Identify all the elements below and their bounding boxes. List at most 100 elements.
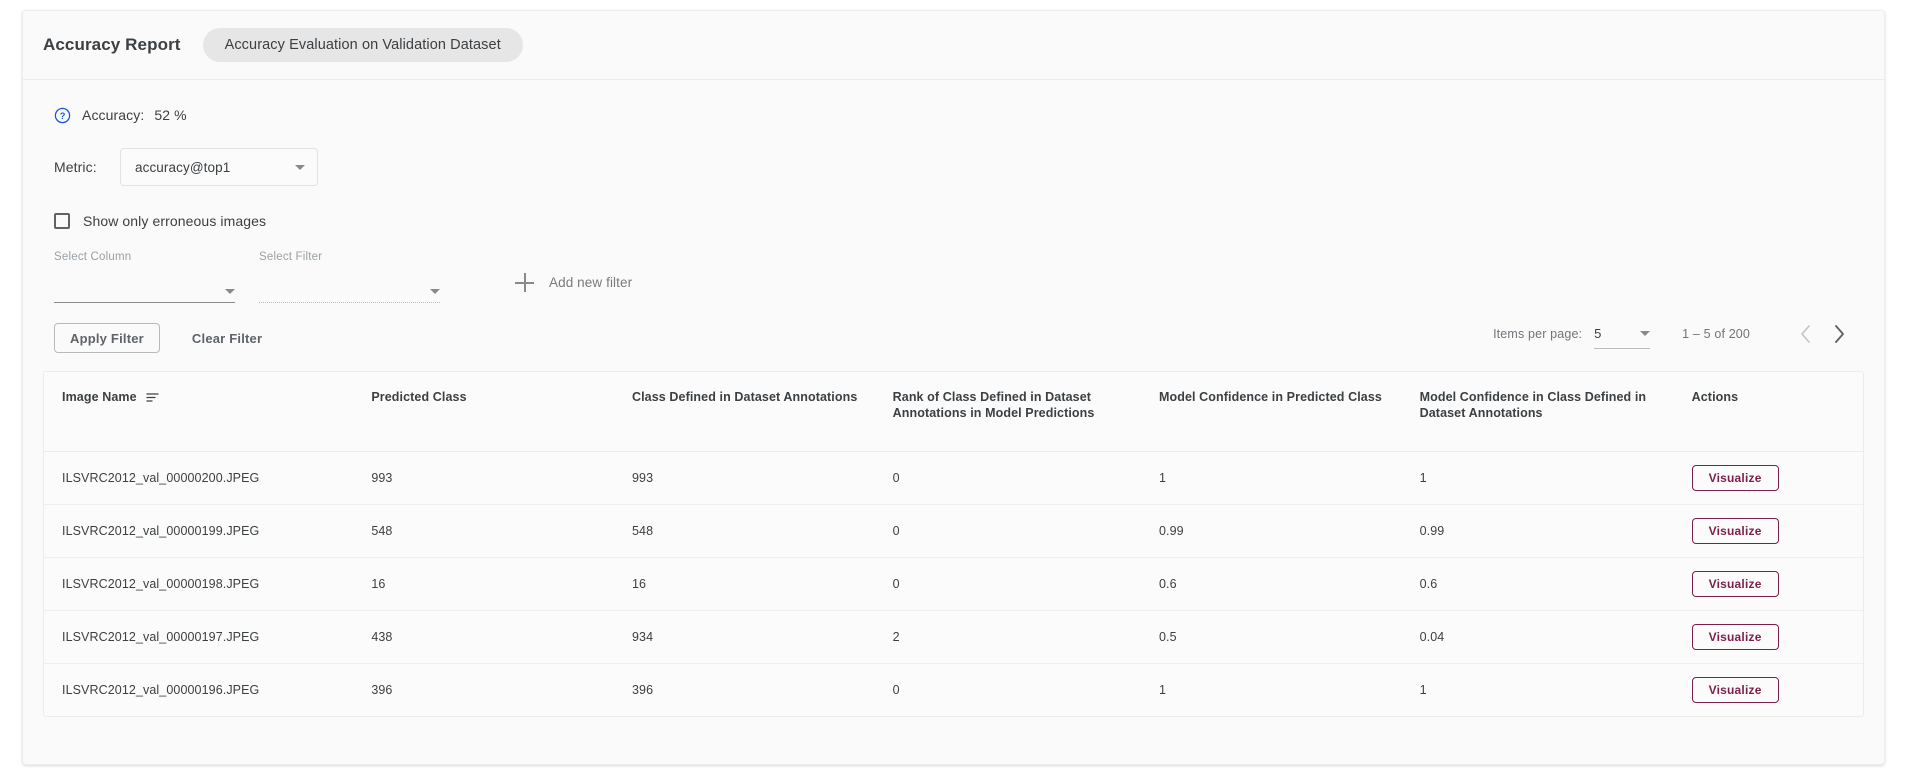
- cell-actions: Visualize: [1681, 504, 1863, 559]
- column-header-label: Image Name: [62, 390, 137, 404]
- cell-confidence-predicted: 1: [1148, 451, 1410, 506]
- show-erroneous-checkbox[interactable]: [54, 213, 70, 229]
- cell-image-name: ILSVRC2012_val_00000199.JPEG: [44, 504, 362, 559]
- cell-predicted-class: 16: [361, 557, 622, 612]
- cell-rank: 0: [892, 683, 900, 698]
- metric-row: Metric: accuracy@top1: [54, 147, 1864, 187]
- table-row[interactable]: ILSVRC2012_val_00000200.JPEG 993 993 0 1…: [44, 451, 1863, 506]
- column-header-label: Class Defined in Dataset Annotations: [631, 390, 858, 404]
- clear-filter-button[interactable]: Clear Filter: [184, 331, 270, 346]
- cell-dataset-class: 16: [621, 557, 883, 612]
- cell-confidence-dataset: 1: [1419, 683, 1427, 698]
- items-per-page-label: Items per page:: [1493, 327, 1583, 341]
- visualize-button[interactable]: Visualize: [1691, 465, 1779, 492]
- visualize-button[interactable]: Visualize: [1691, 571, 1779, 598]
- column-header-rank[interactable]: Rank of Class Defined in Dataset Annotat…: [882, 372, 1149, 453]
- accuracy-label: Accuracy:: [82, 107, 145, 123]
- cell-dataset-class: 993: [621, 451, 883, 506]
- select-column-control[interactable]: [54, 277, 235, 303]
- column-header-image-name[interactable]: Image Name: [44, 372, 362, 453]
- column-header-predicted-class[interactable]: Predicted Class: [361, 372, 622, 453]
- results-table-wrapper: Image Name Predicted Class Class Defined…: [43, 371, 1864, 718]
- cell-dataset-class: 548: [621, 504, 883, 559]
- chevron-down-icon: [1640, 331, 1651, 336]
- show-erroneous-row[interactable]: Show only erroneous images: [54, 213, 1864, 229]
- cell-confidence-predicted: 0.6: [1148, 557, 1410, 612]
- visualize-button[interactable]: Visualize: [1691, 624, 1779, 651]
- cell-predicted-class: 993: [361, 451, 622, 506]
- column-header-label: Rank of Class Defined in Dataset Annotat…: [892, 390, 1095, 420]
- table-row[interactable]: ILSVRC2012_val_00000196.JPEG 396 396 0 1…: [44, 664, 1863, 716]
- column-header-dataset-class[interactable]: Class Defined in Dataset Annotations: [621, 372, 883, 453]
- column-header-label: Model Confidence in Class Defined in Dat…: [1419, 390, 1647, 420]
- apply-filter-button[interactable]: Apply Filter: [54, 323, 160, 353]
- cell-confidence-dataset: 0.99: [1409, 504, 1682, 559]
- cell-predicted-class: 548: [361, 504, 622, 559]
- results-table: Image Name Predicted Class Class Defined…: [44, 372, 1863, 716]
- cell-image-name: ILSVRC2012_val_00000198.JPEG: [44, 557, 362, 612]
- items-per-page-value: 5: [1594, 326, 1602, 341]
- chevron-down-icon: [295, 164, 305, 170]
- table-row[interactable]: ILSVRC2012_val_00000197.JPEG 438 934 2 0…: [44, 610, 1863, 665]
- select-filter-control[interactable]: [259, 277, 440, 303]
- svg-text:?: ?: [60, 111, 66, 121]
- cell-confidence-predicted: 0.99: [1148, 504, 1410, 559]
- select-filter-field[interactable]: Select Filter: [259, 251, 440, 303]
- cell-rank: 0: [882, 451, 1149, 506]
- metric-selected-value: accuracy@top1: [135, 159, 231, 175]
- column-header-confidence-predicted[interactable]: Model Confidence in Predicted Class: [1148, 372, 1410, 453]
- show-erroneous-label: Show only erroneous images: [83, 213, 267, 229]
- select-column-field[interactable]: Select Column: [54, 251, 235, 303]
- accuracy-report-card: Accuracy Report Accuracy Evaluation on V…: [22, 10, 1885, 765]
- cell-confidence-dataset: 1: [1409, 451, 1682, 506]
- metric-select[interactable]: accuracy@top1: [120, 148, 318, 186]
- filter-row: Select Column Select Filter Add new filt…: [54, 251, 1864, 303]
- cell-rank: 0: [882, 557, 1149, 612]
- card-header: Accuracy Report Accuracy Evaluation on V…: [23, 11, 1884, 80]
- table-head: Image Name Predicted Class Class Defined…: [44, 372, 1863, 453]
- report-chip[interactable]: Accuracy Evaluation on Validation Datase…: [202, 28, 523, 62]
- sort-icon[interactable]: [146, 392, 159, 403]
- select-filter-label: Select Filter: [259, 251, 323, 263]
- cell-rank: 0: [882, 504, 1149, 559]
- accuracy-value: 52 %: [154, 107, 187, 123]
- column-header-confidence-dataset[interactable]: Model Confidence in Class Defined in Dat…: [1409, 372, 1682, 453]
- filter-actions-row: Apply Filter Clear Filter Items per page…: [54, 321, 1864, 355]
- cell-actions: Visualize: [1682, 664, 1863, 716]
- column-header-label: Actions: [1691, 390, 1739, 404]
- accuracy-summary: ? Accuracy: 52 %: [54, 103, 1864, 127]
- table-header-row: Image Name Predicted Class Class Defined…: [44, 372, 1863, 453]
- metric-label: Metric:: [54, 159, 97, 175]
- cell-confidence-dataset: 0.6: [1409, 557, 1682, 612]
- visualize-button[interactable]: Visualize: [1691, 677, 1779, 704]
- column-header-label: Model Confidence in Predicted Class: [1158, 390, 1382, 404]
- table-row[interactable]: ILSVRC2012_val_00000199.JPEG 548 548 0 0…: [44, 504, 1863, 559]
- page-root: Accuracy Report Accuracy Evaluation on V…: [0, 0, 1917, 775]
- cell-image-name: ILSVRC2012_val_00000200.JPEG: [44, 451, 362, 506]
- add-new-filter-button[interactable]: Add new filter: [515, 273, 632, 292]
- cell-actions: Visualize: [1681, 610, 1863, 665]
- cell-confidence-dataset: 0.04: [1409, 610, 1682, 665]
- column-header-actions: Actions: [1681, 372, 1863, 453]
- help-circle-icon[interactable]: ?: [54, 107, 71, 124]
- chevron-right-icon[interactable]: [1822, 317, 1856, 351]
- cell-actions: Visualize: [1681, 557, 1863, 612]
- cell-dataset-class: 934: [621, 610, 883, 665]
- pagination-range-label: 1 – 5 of 200: [1682, 327, 1750, 341]
- card-body: ? Accuracy: 52 % Metric: accuracy@top1 S…: [23, 80, 1884, 355]
- visualize-button[interactable]: Visualize: [1691, 518, 1779, 545]
- cell-confidence-predicted: 1: [1158, 683, 1167, 698]
- page-title: Accuracy Report: [43, 35, 181, 54]
- select-column-label: Select Column: [54, 251, 132, 263]
- cell-confidence-predicted: 0.5: [1148, 610, 1410, 665]
- add-new-filter-label: Add new filter: [549, 275, 633, 290]
- items-per-page-select[interactable]: 5: [1594, 319, 1651, 349]
- table-row[interactable]: ILSVRC2012_val_00000198.JPEG 16 16 0 0.6…: [44, 557, 1863, 612]
- cell-image-name: ILSVRC2012_val_00000196.JPEG: [62, 683, 260, 698]
- plus-icon: [515, 273, 534, 292]
- cell-predicted-class: 438: [361, 610, 622, 665]
- cell-rank: 2: [882, 610, 1149, 665]
- chevron-left-icon[interactable]: [1788, 317, 1822, 351]
- paginator: Items per page: 5 1 – 5 of 200: [1493, 317, 1856, 351]
- cell-dataset-class: 396: [631, 683, 654, 698]
